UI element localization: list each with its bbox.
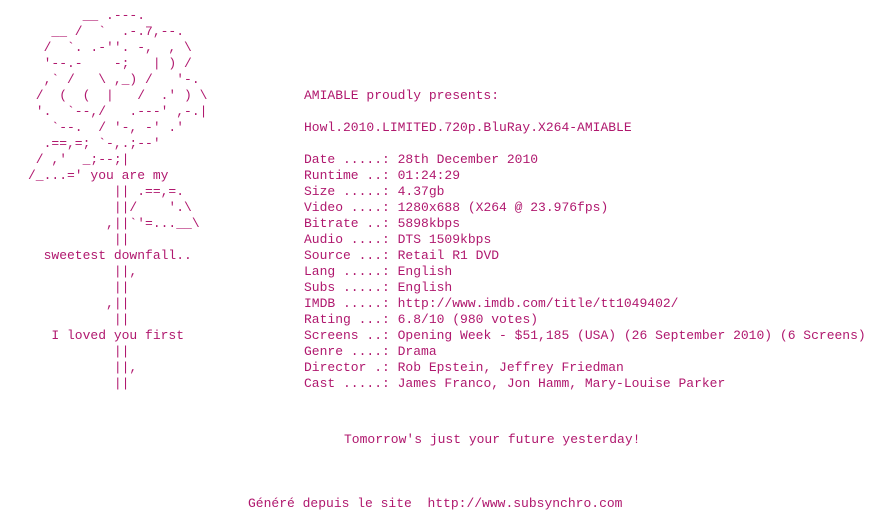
info-value: James Franco, Jon Hamm, Mary-Louise Park…: [397, 376, 726, 391]
info-line: Lang .....: English: [304, 264, 866, 280]
ascii-art-line: __ .---.: [28, 8, 146, 23]
info-label: Bitrate ..:: [304, 216, 398, 231]
info-list: Date .....: 28th December 2010 Runtime ..…: [304, 152, 866, 392]
info-value: 28th December 2010: [397, 152, 539, 167]
ascii-art-line: / ,' _;--;|: [28, 152, 130, 167]
info-line: Runtime ..: 01:24:29: [304, 168, 866, 184]
info-line: Video ....: 1280x688 (X264 @ 23.976fps): [304, 200, 866, 216]
info-line: Cast .....: James Franco, Jon Hamm, Mary…: [304, 376, 866, 392]
ascii-art-line: /_...=' you are my: [28, 168, 169, 183]
ascii-art-line: ||,: [28, 264, 138, 279]
skip-line: [304, 72, 866, 88]
ascii-art-line: ,||: [28, 296, 130, 311]
ascii-art-line: sweetest downfall..: [28, 248, 192, 263]
ascii-art-line: ||: [28, 232, 130, 247]
ascii-art-line: I loved you first: [28, 328, 185, 343]
info-value: Retail R1 DVD: [397, 248, 500, 263]
ascii-art-line: '--.- -; | ) /: [28, 56, 192, 71]
info-label: Video ....:: [304, 200, 398, 215]
ascii-art-line: ||,: [28, 360, 138, 375]
info-value: 5898kbps: [397, 216, 461, 231]
ascii-art-line: ||: [28, 280, 130, 295]
ascii-art-line: ||: [28, 376, 130, 391]
info-line: Director .: Rob Epstein, Jeffrey Friedma…: [304, 360, 866, 376]
info-line: IMDB .....: http://www.imdb.com/title/tt…: [304, 296, 866, 312]
info-line: Size .....: 4.37gb: [304, 184, 866, 200]
skip-line: [304, 56, 866, 72]
info-line: Screens ..: Opening Week - $51,185 (USA)…: [304, 328, 866, 344]
info-line: Genre ....: Drama: [304, 344, 866, 360]
tagline: Tomorrow's just your future yesterday!: [344, 432, 641, 447]
info-value: Rob Epstein, Jeffrey Friedman: [397, 360, 624, 375]
info-label: Runtime ..:: [304, 168, 398, 183]
ascii-art-line: `--. / '-, -' .': [28, 120, 185, 135]
info-line: Audio ....: DTS 1509kbps: [304, 232, 866, 248]
info-value: 4.37gb: [397, 184, 445, 199]
info-label: Director .:: [304, 360, 398, 375]
info-label: Genre ....:: [304, 344, 398, 359]
info-label: IMDB .....:: [304, 296, 398, 311]
info-label: Lang .....:: [304, 264, 398, 279]
info-label: Source ...:: [304, 248, 398, 263]
info-value: http://www.imdb.com/title/tt1049402/: [397, 296, 679, 311]
info-value: English: [397, 280, 453, 295]
footer-prefix: Généré depuis le site: [248, 496, 428, 511]
info-label: Size .....:: [304, 184, 398, 199]
ascii-art: __ .---. __ / ` .-.7,--. / `. .-''. -, ,…: [28, 8, 207, 392]
release-name: Howl.2010.LIMITED.720p.BluRay.X264-AMIAB…: [304, 120, 632, 135]
info-value: 01:24:29: [397, 168, 461, 183]
info-label: Rating ...:: [304, 312, 398, 327]
info-label: Date .....:: [304, 152, 398, 167]
info-label: Cast .....:: [304, 376, 398, 391]
info-value: Opening Week - $51,185 (USA) (26 Septemb…: [397, 328, 866, 343]
ascii-art-line: / `. .-''. -, , \: [28, 40, 192, 55]
release-info: AMIABLE proudly presents: Howl.2010.LIMI…: [304, 8, 866, 392]
ascii-art-line: / ( ( | / .' ) \: [28, 88, 208, 103]
ascii-art-line: '. `--,/ .---' ,-.|: [28, 104, 208, 119]
skip-line: [304, 8, 866, 24]
footer: Généré depuis le site http://www.subsync…: [248, 496, 622, 512]
info-value: English: [397, 264, 453, 279]
info-label: Audio ....:: [304, 232, 398, 247]
info-line: Date .....: 28th December 2010: [304, 152, 866, 168]
ascii-art-line: ||: [28, 312, 130, 327]
ascii-art-line: ||/ '.\: [28, 200, 192, 215]
ascii-art-line: .==,=; `-,.;--': [28, 136, 161, 151]
nfo-document: __ .---. __ / ` .-.7,--. / `. .-''. -, ,…: [0, 0, 880, 512]
info-value: DTS 1509kbps: [397, 232, 492, 247]
info-line: Source ...: Retail R1 DVD: [304, 248, 866, 264]
ascii-art-line: ,` / \ ,_) / '-.: [28, 72, 200, 87]
info-value: 6.8/10 (980 votes): [397, 312, 539, 327]
ascii-art-line: || .==,=.: [28, 184, 185, 199]
ascii-art-line: ||: [28, 344, 130, 359]
info-line: Bitrate ..: 5898kbps: [304, 216, 866, 232]
footer-link[interactable]: http://www.subsynchro.com: [427, 496, 622, 511]
info-line: Subs .....: English: [304, 280, 866, 296]
presents-line: AMIABLE proudly presents:: [304, 88, 500, 103]
skip-line: [304, 24, 866, 40]
ascii-art-line: ,||`'=...__\: [28, 216, 200, 231]
skip-line: [304, 40, 866, 56]
info-value: Drama: [397, 344, 437, 359]
info-label: Screens ..:: [304, 328, 398, 343]
info-line: Rating ...: 6.8/10 (980 votes): [304, 312, 866, 328]
info-value: 1280x688 (X264 @ 23.976fps): [397, 200, 609, 215]
ascii-art-line: __ / ` .-.7,--.: [28, 24, 185, 39]
info-label: Subs .....:: [304, 280, 398, 295]
